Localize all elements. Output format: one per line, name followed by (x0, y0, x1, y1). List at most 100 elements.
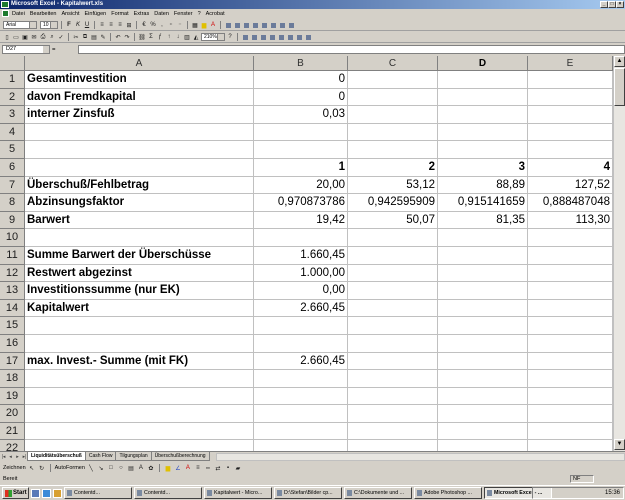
cell-A5[interactable] (25, 141, 254, 159)
cell-A1[interactable]: Gesamtinvestition (25, 71, 254, 89)
cell-E10[interactable] (528, 229, 613, 247)
prev-sheet-icon[interactable]: ◂ (7, 453, 14, 461)
cell-D15[interactable] (438, 317, 528, 335)
cell-E17[interactable] (528, 352, 613, 371)
row-header[interactable]: 17 (0, 352, 25, 371)
cell-E4[interactable] (528, 123, 613, 142)
row-header[interactable]: 8 (0, 194, 25, 212)
row-header[interactable]: 1 (0, 71, 25, 89)
autosum-icon[interactable]: Σ (147, 33, 155, 41)
cell-D9[interactable]: 81,35 (438, 211, 528, 230)
task-bilder-folder[interactable]: D:\Stefan\Bilder cp... (274, 487, 342, 499)
cell-D22[interactable] (438, 440, 528, 451)
workbook-icon[interactable] (2, 10, 9, 17)
print-preview-icon[interactable]: ⌕ (48, 33, 56, 41)
cell-E2[interactable] (528, 88, 613, 107)
paste-icon[interactable]: ▤ (90, 33, 98, 41)
cell-A13[interactable]: Investitionssumme (nur EK) (25, 282, 254, 300)
draw-menu[interactable]: Zeichnen (3, 465, 26, 471)
sheet-tab-tilgungsplan[interactable]: Tilgungsplan (115, 452, 152, 461)
select-all-corner[interactable] (0, 56, 25, 71)
formula-input[interactable] (77, 45, 625, 54)
cell-B22[interactable] (254, 440, 348, 451)
cell-E19[interactable] (528, 387, 613, 406)
cell-A3[interactable]: interner Zinsfuß (25, 106, 254, 124)
cell-C6[interactable]: 2 (348, 158, 438, 177)
save-icon[interactable]: ▣ (21, 33, 29, 41)
cell-E21[interactable] (528, 422, 613, 441)
row-header[interactable]: 6 (0, 158, 25, 177)
arrow-icon[interactable]: ↘ (97, 464, 105, 472)
underline-icon[interactable]: U (83, 21, 91, 29)
cell-D10[interactable] (438, 229, 528, 247)
cell-D8[interactable]: 0,915141659 (438, 194, 528, 212)
clipart-icon[interactable]: ✿ (147, 464, 155, 472)
draw-fill-color-icon[interactable]: ▆ (164, 464, 172, 472)
cell-E6[interactable]: 4 (528, 158, 613, 177)
align-right-icon[interactable]: ≡ (116, 21, 124, 29)
row-header[interactable]: 11 (0, 246, 25, 265)
cell-E12[interactable] (528, 264, 613, 283)
sort-descending-icon[interactable]: ↓ (174, 33, 182, 41)
cell-B17[interactable]: 2.660,45 (254, 352, 348, 371)
toolbar-icon-16[interactable] (304, 33, 312, 41)
cell-B19[interactable] (254, 387, 348, 406)
thousands-icon[interactable]: , (158, 21, 166, 29)
cell-E18[interactable] (528, 370, 613, 388)
textbox-icon[interactable]: ▤ (127, 464, 135, 472)
row-header[interactable]: 9 (0, 211, 25, 230)
cell-A17[interactable]: max. Invest.- Summe (mit FK) (25, 352, 254, 371)
cell-E5[interactable] (528, 141, 613, 159)
cell-C21[interactable] (348, 422, 438, 441)
cell-D4[interactable] (438, 123, 528, 142)
toolbar-icon-8[interactable] (287, 21, 295, 29)
wordart-icon[interactable]: A (137, 464, 145, 472)
decrease-decimal-icon[interactable]: ⁻ (176, 21, 184, 29)
cell-A18[interactable] (25, 370, 254, 388)
help-icon[interactable]: ? (226, 33, 234, 41)
rotate-icon[interactable]: ↻ (38, 464, 46, 472)
row-header[interactable]: 19 (0, 387, 25, 406)
cell-D7[interactable]: 88,89 (438, 176, 528, 195)
menu-datei[interactable]: Datei (12, 9, 25, 19)
scroll-down-icon[interactable]: ▼ (614, 439, 625, 450)
cell-D6[interactable]: 3 (438, 158, 528, 177)
function-icon[interactable]: ƒ (156, 33, 164, 41)
cell-A10[interactable] (25, 229, 254, 247)
cell-C19[interactable] (348, 387, 438, 406)
borders-icon[interactable]: ▦ (191, 21, 199, 29)
toolbar-icon-11[interactable] (259, 33, 267, 41)
cell-B11[interactable]: 1.660,45 (254, 246, 348, 265)
minimize-button[interactable]: _ (600, 1, 608, 8)
sort-ascending-icon[interactable]: ↑ (165, 33, 173, 41)
cell-B16[interactable] (254, 334, 348, 353)
undo-icon[interactable]: ↶ (114, 33, 122, 41)
task-kapitalwert[interactable]: Kapitalwert - Micro... (204, 487, 272, 499)
cell-B3[interactable]: 0,03 (254, 106, 348, 124)
merge-center-icon[interactable]: ⊞ (125, 21, 133, 29)
toolbar-icon-4[interactable] (251, 21, 259, 29)
menu-extras[interactable]: Extras (134, 9, 150, 19)
sheet-tab-cashflow[interactable]: Cash Flow (84, 452, 117, 461)
shadow-icon[interactable]: ▪ (224, 464, 232, 472)
rectangle-icon[interactable]: □ (107, 464, 115, 472)
cell-E11[interactable] (528, 246, 613, 265)
task-contentd-1[interactable]: Contentd... (64, 487, 132, 499)
start-button[interactable]: Start (2, 487, 29, 499)
cell-A12[interactable]: Restwert abgezinst (25, 264, 254, 283)
copy-icon[interactable]: ⧉ (81, 33, 89, 41)
hyperlink-icon[interactable]: ⛓ (138, 33, 146, 41)
menu-help[interactable]: ? (198, 9, 201, 19)
scroll-thumb[interactable] (614, 68, 625, 106)
column-header-d[interactable]: D (438, 56, 528, 71)
cell-C13[interactable] (348, 282, 438, 300)
toolbar-icon-7[interactable] (278, 21, 286, 29)
cell-A21[interactable] (25, 422, 254, 441)
toolbar-icon-13[interactable] (277, 33, 285, 41)
menu-fenster[interactable]: Fenster (174, 9, 193, 19)
cell-C7[interactable]: 53,12 (348, 176, 438, 195)
cell-C18[interactable] (348, 370, 438, 388)
toolbar-icon-15[interactable] (295, 33, 303, 41)
column-header-c[interactable]: C (348, 56, 438, 71)
cell-C5[interactable] (348, 141, 438, 159)
